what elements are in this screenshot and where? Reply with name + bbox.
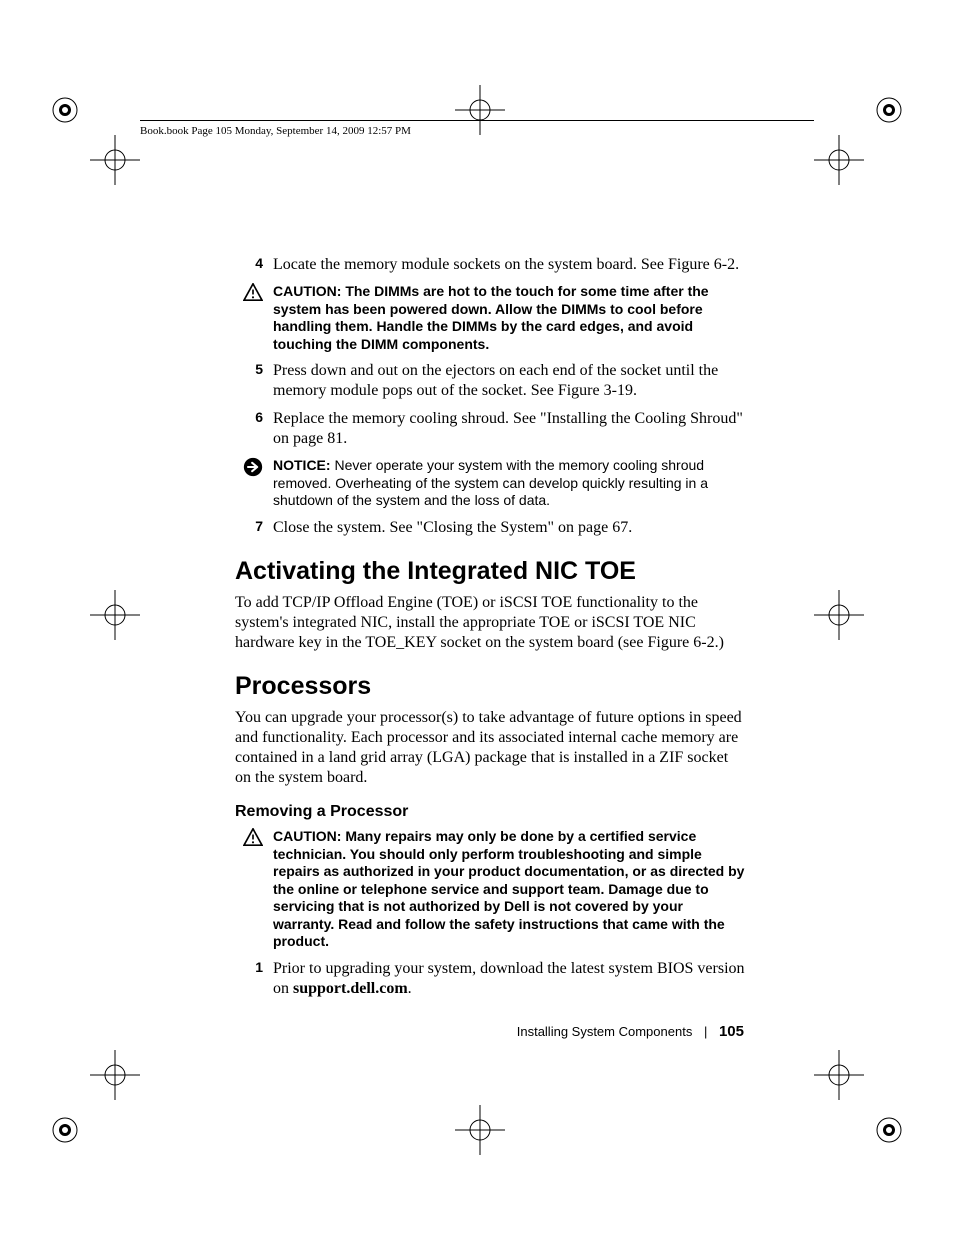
notice-icon [235,457,273,510]
page-number: 105 [719,1023,744,1040]
step-text: Locate the memory module sockets on the … [273,255,745,275]
step-number: 1 [235,959,273,999]
caution-block: CAUTION: The DIMMs are hot to the touch … [235,283,745,353]
paragraph: To add TCP/IP Offload Engine (TOE) or iS… [235,593,745,653]
footer-separator: | [704,1024,707,1039]
support-site: support.dell.com [293,980,408,997]
crop-mark-icon [864,1105,914,1155]
heading-activating-nic-toe: Activating the Integrated NIC TOE [235,556,745,587]
step-text: Prior to upgrading your system, download… [273,959,745,999]
step-item: 4 Locate the memory module sockets on th… [235,255,745,275]
page-content: 4 Locate the memory module sockets on th… [235,255,745,1007]
subheading-removing-processor: Removing a Processor [235,802,745,822]
running-head-text: Book.book Page 105 Monday, September 14,… [140,125,411,137]
page: Book.book Page 105 Monday, September 14,… [0,0,954,1235]
page-footer: Installing System Components | 105 [517,1023,744,1040]
heading-processors: Processors [235,671,745,702]
crop-mark-icon [90,1050,140,1100]
notice-block: NOTICE: Never operate your system with t… [235,457,745,510]
crop-mark-icon [455,1105,505,1155]
caution-text: CAUTION: Many repairs may only be done b… [273,828,745,951]
caution-text: CAUTION: The DIMMs are hot to the touch … [273,283,745,353]
step-text-post: . [408,980,412,997]
crop-mark-icon [90,135,140,185]
paragraph: You can upgrade your processor(s) to tak… [235,708,745,788]
step-text: Close the system. See "Closing the Syste… [273,518,745,538]
crop-mark-icon [90,590,140,640]
running-head: Book.book Page 105 Monday, September 14,… [140,120,814,137]
step-number: 5 [235,361,273,401]
caution-body: Many repairs may only be done by a certi… [273,828,744,949]
crop-mark-icon [40,1105,90,1155]
crop-mark-icon [814,135,864,185]
caution-block: CAUTION: Many repairs may only be done b… [235,828,745,951]
step-item: 1 Prior to upgrading your system, downlo… [235,959,745,999]
notice-label: NOTICE: [273,457,331,473]
step-number: 4 [235,255,273,275]
step-text: Press down and out on the ejectors on ea… [273,361,745,401]
notice-text: NOTICE: Never operate your system with t… [273,457,745,510]
step-item: 7 Close the system. See "Closing the Sys… [235,518,745,538]
crop-mark-icon [814,1050,864,1100]
crop-mark-icon [40,85,90,135]
caution-label: CAUTION: [273,828,341,844]
notice-body: Never operate your system with the memor… [273,457,708,508]
footer-section: Installing System Components [517,1024,693,1039]
step-number: 6 [235,409,273,449]
crop-mark-icon [864,85,914,135]
caution-label: CAUTION: [273,283,341,299]
step-item: 5 Press down and out on the ejectors on … [235,361,745,401]
step-item: 6 Replace the memory cooling shroud. See… [235,409,745,449]
step-number: 7 [235,518,273,538]
crop-mark-icon [814,590,864,640]
caution-icon [235,828,273,951]
step-text: Replace the memory cooling shroud. See "… [273,409,745,449]
caution-icon [235,283,273,353]
